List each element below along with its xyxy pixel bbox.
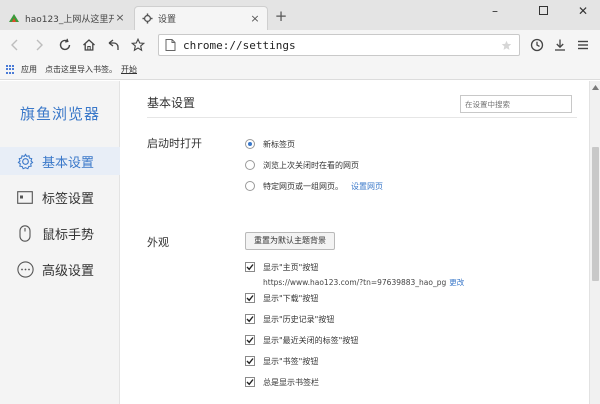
settings-main: 基本设置 启动时打开 新标签页 浏览上次关闭时在看的网页 特定网页或一组网页。 … xyxy=(121,81,589,404)
checkbox-show-home[interactable]: 显示"主页"按钮 xyxy=(245,261,318,273)
settings-sidebar: 旗鱼浏览器 基本设置 标签设置 鼠标手势 高级设置 xyxy=(0,81,120,404)
maximize-icon[interactable] xyxy=(528,2,558,20)
checkbox-label: 总是显示书签栏 xyxy=(263,377,319,387)
sidebar-item-label: 基本设置 xyxy=(42,155,95,171)
undo-close-icon[interactable] xyxy=(104,36,122,54)
bookmark-star-icon[interactable] xyxy=(129,36,147,54)
checkbox-label: 显示"最近关闭的标签"按钮 xyxy=(263,335,359,345)
startup-option-specific-pages[interactable]: 特定网页或一组网页。 设置网页 xyxy=(245,180,383,192)
reload-icon[interactable] xyxy=(56,36,74,54)
checkbox-checked[interactable] xyxy=(245,293,255,303)
startup-option-label: 浏览上次关闭时在看的网页 xyxy=(263,160,359,170)
tab-icon xyxy=(16,188,34,206)
browser-brand-title: 旗鱼浏览器 xyxy=(20,105,101,123)
minimize-icon[interactable]: – xyxy=(480,2,510,20)
scroll-up-arrow-icon[interactable] xyxy=(591,83,600,92)
radio-unselected[interactable] xyxy=(245,160,255,170)
tab-bar: hao123_上网从这里开始 × 设置 × + – ✕ xyxy=(0,0,600,30)
checkbox-always-show-bookmark-bar[interactable]: 总是显示书签栏 xyxy=(245,376,319,388)
checkbox-show-history[interactable]: 显示"历史记录"按钮 xyxy=(245,313,334,325)
address-bar[interactable]: chrome://settings xyxy=(158,34,520,56)
sidebar-item-tab-settings[interactable]: 标签设置 xyxy=(0,183,120,211)
checkbox-checked[interactable] xyxy=(245,377,255,387)
checkbox-label: 显示"主页"按钮 xyxy=(263,262,319,272)
sidebar-item-label: 鼠标手势 xyxy=(42,227,95,243)
download-icon[interactable] xyxy=(551,36,569,54)
sidebar-item-label: 标签设置 xyxy=(42,191,95,207)
tab-close-icon[interactable]: × xyxy=(114,12,126,24)
checkbox-label: 显示"下载"按钮 xyxy=(263,293,319,303)
history-clock-icon[interactable] xyxy=(528,36,546,54)
bookmark-import-hint: 点击这里导入书签。 xyxy=(45,65,117,74)
more-icon xyxy=(16,260,34,278)
checkbox-label: 显示"历史记录"按钮 xyxy=(263,314,335,324)
window-close-icon[interactable]: ✕ xyxy=(568,2,598,20)
mouse-icon xyxy=(16,224,34,242)
sidebar-item-basic-settings[interactable]: 基本设置 xyxy=(0,147,120,175)
new-tab-plus-icon[interactable]: + xyxy=(273,8,289,24)
vertical-scrollbar[interactable] xyxy=(589,81,600,404)
address-text: chrome://settings xyxy=(183,38,296,52)
checkbox-show-download[interactable]: 显示"下载"按钮 xyxy=(245,292,318,304)
tab-hao123[interactable]: hao123_上网从这里开始 × xyxy=(2,6,132,30)
page-title: 基本设置 xyxy=(147,96,196,110)
title-divider xyxy=(147,117,577,118)
sidebar-item-mouse-gestures[interactable]: 鼠标手势 xyxy=(0,219,120,247)
forward-arrow-icon[interactable] xyxy=(30,36,48,54)
appearance-section-label: 外观 xyxy=(147,236,169,249)
checkbox-checked[interactable] xyxy=(245,356,255,366)
scrollbar-thumb[interactable] xyxy=(592,147,599,281)
gear-icon xyxy=(16,152,34,170)
reset-theme-button[interactable]: 重置为默认主题背景 xyxy=(245,232,335,250)
hao123-favicon-icon xyxy=(8,12,20,24)
settings-search-input[interactable] xyxy=(460,95,572,113)
startup-section-label: 启动时打开 xyxy=(147,137,202,150)
bookmark-start-link[interactable]: 开始 xyxy=(121,64,137,75)
home-url-text: https://www.hao123.com/?tn=97639883_hao_… xyxy=(263,278,447,287)
toolbar: chrome://settings xyxy=(0,30,600,60)
page-icon xyxy=(165,39,177,51)
checkbox-checked[interactable] xyxy=(245,335,255,345)
checkbox-checked[interactable] xyxy=(245,262,255,272)
startup-option-newtab[interactable]: 新标签页 xyxy=(245,138,295,150)
set-pages-link[interactable]: 设置网页 xyxy=(351,181,383,192)
checkbox-show-bookmarks[interactable]: 显示"书签"按钮 xyxy=(245,355,318,367)
back-arrow-icon[interactable] xyxy=(6,36,24,54)
omnibox-star-icon[interactable] xyxy=(499,38,513,52)
sidebar-item-label: 高级设置 xyxy=(42,263,95,279)
checkbox-show-recently-closed[interactable]: 显示"最近关闭的标签"按钮 xyxy=(245,334,358,346)
bookmark-bar: 应用 点击这里导入书签。 开始 xyxy=(0,60,600,80)
home-url-row: https://www.hao123.com/?tn=97639883_hao_… xyxy=(263,277,464,288)
tab-close-icon[interactable]: × xyxy=(249,12,261,25)
startup-option-last-session[interactable]: 浏览上次关闭时在看的网页 xyxy=(245,159,359,171)
menu-icon[interactable] xyxy=(574,36,592,54)
tab-label: hao123_上网从这里开始 xyxy=(25,14,114,25)
change-home-link[interactable]: 更改 xyxy=(449,278,464,287)
radio-unselected[interactable] xyxy=(245,181,255,191)
startup-option-label: 新标签页 xyxy=(263,139,295,149)
radio-selected[interactable] xyxy=(245,139,255,149)
startup-option-label: 特定网页或一组网页。 xyxy=(263,181,343,191)
checkbox-checked[interactable] xyxy=(245,314,255,324)
home-icon[interactable] xyxy=(80,36,98,54)
checkbox-label: 显示"书签"按钮 xyxy=(263,356,319,366)
tab-label: 设置 xyxy=(158,15,177,25)
sidebar-item-advanced-settings[interactable]: 高级设置 xyxy=(0,255,120,283)
bookmark-apps[interactable]: 应用 xyxy=(21,64,37,75)
tab-settings[interactable]: 设置 × xyxy=(134,6,268,30)
gear-favicon-icon xyxy=(141,13,153,25)
apps-grid-icon[interactable] xyxy=(6,64,16,75)
